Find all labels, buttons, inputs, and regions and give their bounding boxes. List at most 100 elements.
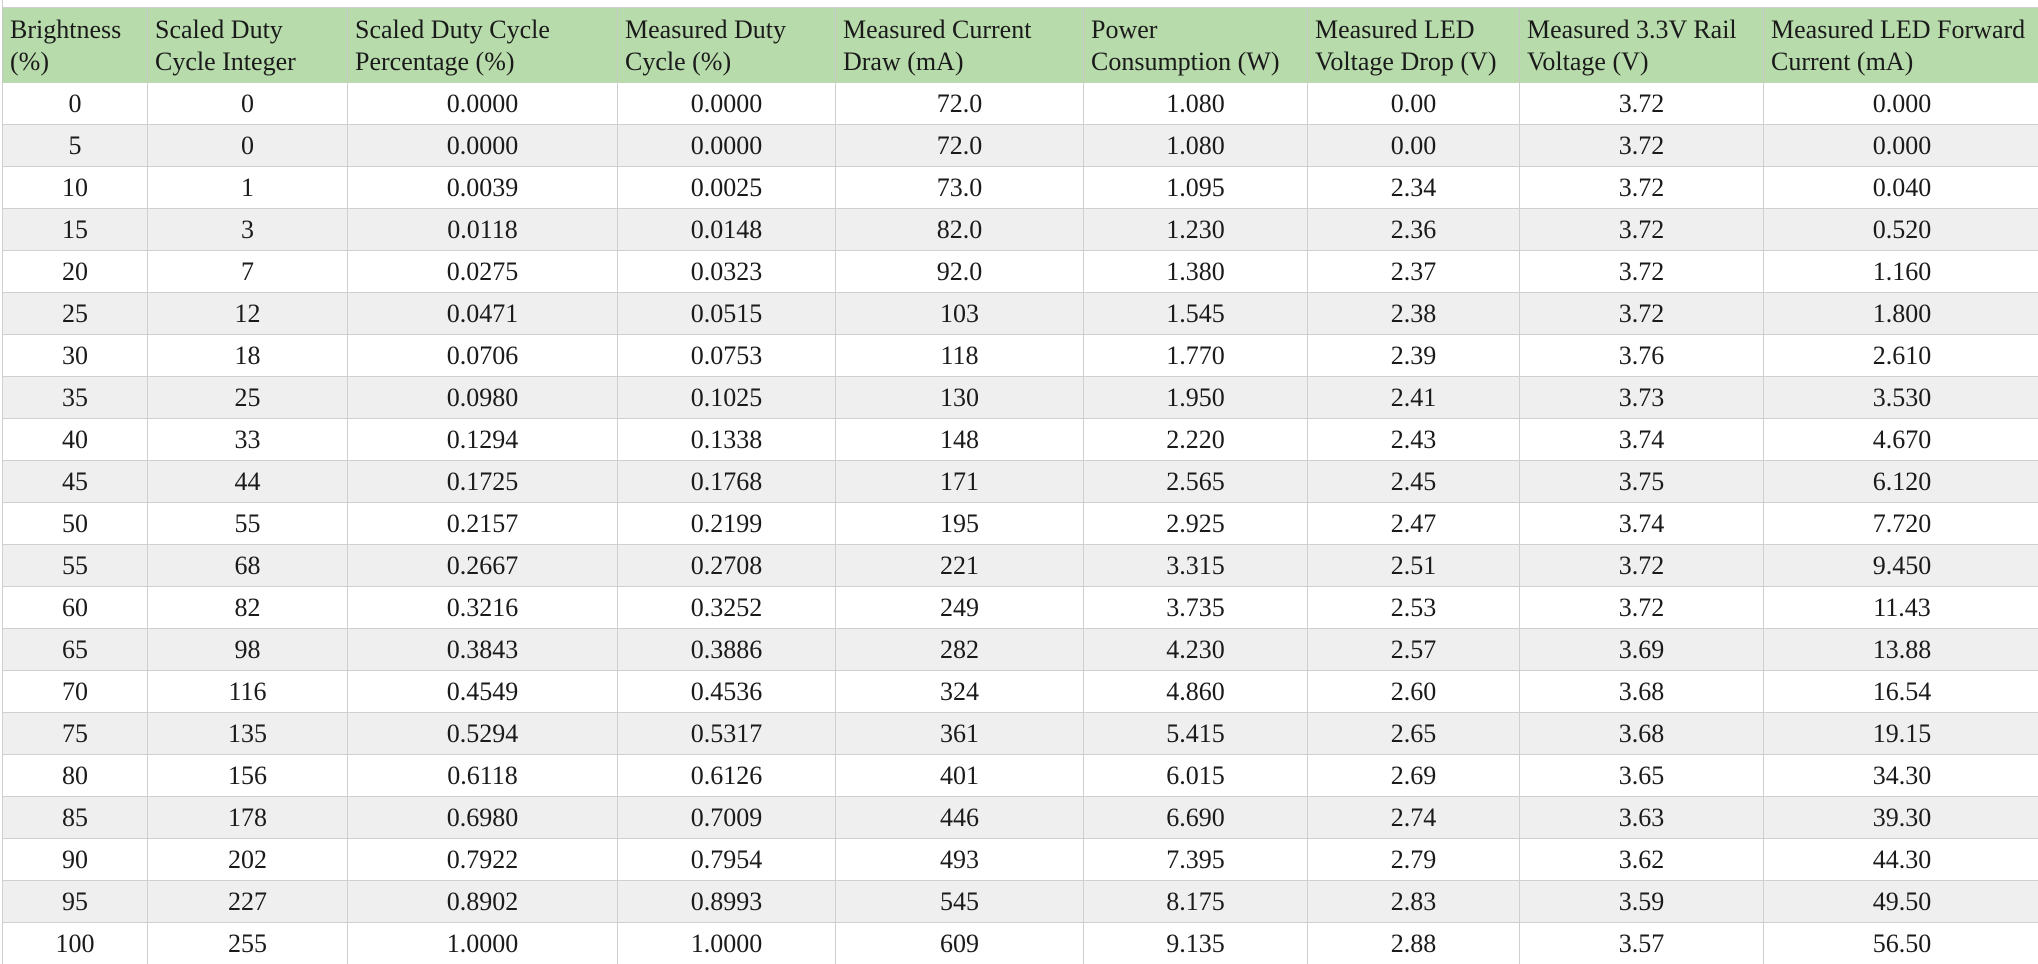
cell-measured-duty-cycle[interactable]: 0.2199 [617,502,836,545]
cell-measured-current-draw[interactable]: 401 [835,754,1084,797]
cell-rail-voltage[interactable]: 3.73 [1519,376,1764,419]
cell-led-forward-current[interactable]: 1.160 [1763,250,2038,293]
cell-brightness[interactable]: 50 [2,502,148,545]
cell-led-forward-current[interactable]: 2.610 [1763,334,2038,377]
header-cell-led-forward-current[interactable]: Measured LED Forward Current (mA) [1763,8,2038,83]
cell-measured-current-draw[interactable]: 73.0 [835,166,1084,209]
cell-led-voltage-drop[interactable]: 2.69 [1307,754,1520,797]
cell-scaled-duty-integer[interactable]: 33 [147,418,348,461]
cell-scaled-duty-integer[interactable]: 7 [147,250,348,293]
cell-scaled-duty-percentage[interactable]: 0.0000 [347,124,618,167]
cell-scaled-duty-percentage[interactable]: 0.1725 [347,460,618,503]
cell-led-voltage-drop[interactable]: 2.47 [1307,502,1520,545]
cell-rail-voltage[interactable]: 3.72 [1519,124,1764,167]
cell-led-forward-current[interactable]: 1.800 [1763,292,2038,335]
cell-scaled-duty-integer[interactable]: 82 [147,586,348,629]
cell-brightness[interactable]: 30 [2,334,148,377]
cell-brightness[interactable]: 85 [2,796,148,839]
cell-led-forward-current[interactable]: 9.450 [1763,544,2038,587]
cell-measured-duty-cycle[interactable]: 0.8993 [617,880,836,923]
cell-led-voltage-drop[interactable]: 2.74 [1307,796,1520,839]
cell-measured-current-draw[interactable]: 171 [835,460,1084,503]
cell-measured-duty-cycle[interactable]: 0.0753 [617,334,836,377]
cell-led-forward-current[interactable]: 0.000 [1763,124,2038,167]
cell-scaled-duty-integer[interactable]: 227 [147,880,348,923]
cell-led-forward-current[interactable]: 16.54 [1763,670,2038,713]
header-cell-led-voltage-drop[interactable]: Measured LED Voltage Drop (V) [1307,8,1520,83]
cell-scaled-duty-percentage[interactable]: 0.2157 [347,502,618,545]
cell-led-forward-current[interactable]: 7.720 [1763,502,2038,545]
cell-measured-duty-cycle[interactable]: 0.7009 [617,796,836,839]
cell-rail-voltage[interactable]: 3.75 [1519,460,1764,503]
cell-rail-voltage[interactable]: 3.72 [1519,544,1764,587]
cell-led-voltage-drop[interactable]: 2.38 [1307,292,1520,335]
cell-rail-voltage[interactable]: 3.72 [1519,208,1764,251]
cell-scaled-duty-integer[interactable]: 18 [147,334,348,377]
cell-led-forward-current[interactable]: 0.040 [1763,166,2038,209]
cell-led-voltage-drop[interactable]: 2.60 [1307,670,1520,713]
cell-power-consumption[interactable]: 3.735 [1083,586,1308,629]
cell-led-voltage-drop[interactable]: 2.34 [1307,166,1520,209]
cell-scaled-duty-integer[interactable]: 25 [147,376,348,419]
cell-measured-duty-cycle[interactable]: 1.0000 [617,922,836,964]
cell-measured-current-draw[interactable]: 82.0 [835,208,1084,251]
cell-scaled-duty-percentage[interactable]: 0.6980 [347,796,618,839]
cell-measured-current-draw[interactable]: 72.0 [835,82,1084,125]
cell-scaled-duty-percentage[interactable]: 0.5294 [347,712,618,755]
cell-measured-current-draw[interactable]: 92.0 [835,250,1084,293]
cell-led-voltage-drop[interactable]: 2.51 [1307,544,1520,587]
cell-measured-duty-cycle[interactable]: 0.1338 [617,418,836,461]
cell-led-voltage-drop[interactable]: 2.43 [1307,418,1520,461]
cell-measured-current-draw[interactable]: 103 [835,292,1084,335]
cell-led-voltage-drop[interactable]: 2.53 [1307,586,1520,629]
cell-brightness[interactable]: 60 [2,586,148,629]
cell-led-forward-current[interactable]: 39.30 [1763,796,2038,839]
cell-led-forward-current[interactable]: 44.30 [1763,838,2038,881]
cell-led-forward-current[interactable]: 19.15 [1763,712,2038,755]
cell-power-consumption[interactable]: 7.395 [1083,838,1308,881]
cell-power-consumption[interactable]: 1.380 [1083,250,1308,293]
cell-rail-voltage[interactable]: 3.72 [1519,82,1764,125]
cell-led-voltage-drop[interactable]: 0.00 [1307,82,1520,125]
cell-scaled-duty-percentage[interactable]: 0.1294 [347,418,618,461]
cell-rail-voltage[interactable]: 3.72 [1519,586,1764,629]
cell-rail-voltage[interactable]: 3.74 [1519,502,1764,545]
cell-measured-duty-cycle[interactable]: 0.6126 [617,754,836,797]
cell-scaled-duty-percentage[interactable]: 0.4549 [347,670,618,713]
cell-led-voltage-drop[interactable]: 2.45 [1307,460,1520,503]
cell-scaled-duty-integer[interactable]: 116 [147,670,348,713]
cell-scaled-duty-percentage[interactable]: 0.0275 [347,250,618,293]
cell-measured-duty-cycle[interactable]: 0.3886 [617,628,836,671]
cell-measured-current-draw[interactable]: 195 [835,502,1084,545]
cell-power-consumption[interactable]: 8.175 [1083,880,1308,923]
cell-led-forward-current[interactable]: 0.000 [1763,82,2038,125]
header-cell-rail-voltage[interactable]: Measured 3.3V Rail Voltage (V) [1519,8,1764,83]
header-cell-measured-duty-cycle[interactable]: Measured Duty Cycle (%) [617,8,836,83]
cell-power-consumption[interactable]: 5.415 [1083,712,1308,755]
cell-scaled-duty-integer[interactable]: 135 [147,712,348,755]
cell-power-consumption[interactable]: 1.770 [1083,334,1308,377]
cell-led-voltage-drop[interactable]: 2.36 [1307,208,1520,251]
cell-brightness[interactable]: 45 [2,460,148,503]
cell-power-consumption[interactable]: 6.690 [1083,796,1308,839]
cell-led-voltage-drop[interactable]: 2.65 [1307,712,1520,755]
cell-brightness[interactable]: 25 [2,292,148,335]
cell-measured-current-draw[interactable]: 118 [835,334,1084,377]
cell-scaled-duty-integer[interactable]: 55 [147,502,348,545]
cell-power-consumption[interactable]: 2.925 [1083,502,1308,545]
cell-scaled-duty-percentage[interactable]: 0.0118 [347,208,618,251]
cell-rail-voltage[interactable]: 3.65 [1519,754,1764,797]
cell-measured-duty-cycle[interactable]: 0.3252 [617,586,836,629]
cell-led-forward-current[interactable]: 3.530 [1763,376,2038,419]
cell-brightness[interactable]: 75 [2,712,148,755]
cell-measured-current-draw[interactable]: 545 [835,880,1084,923]
cell-power-consumption[interactable]: 9.135 [1083,922,1308,964]
cell-led-forward-current[interactable]: 13.88 [1763,628,2038,671]
cell-scaled-duty-percentage[interactable]: 0.0039 [347,166,618,209]
cell-brightness[interactable]: 70 [2,670,148,713]
cell-rail-voltage[interactable]: 3.72 [1519,166,1764,209]
cell-scaled-duty-percentage[interactable]: 0.6118 [347,754,618,797]
cell-measured-current-draw[interactable]: 72.0 [835,124,1084,167]
cell-rail-voltage[interactable]: 3.74 [1519,418,1764,461]
cell-brightness[interactable]: 80 [2,754,148,797]
